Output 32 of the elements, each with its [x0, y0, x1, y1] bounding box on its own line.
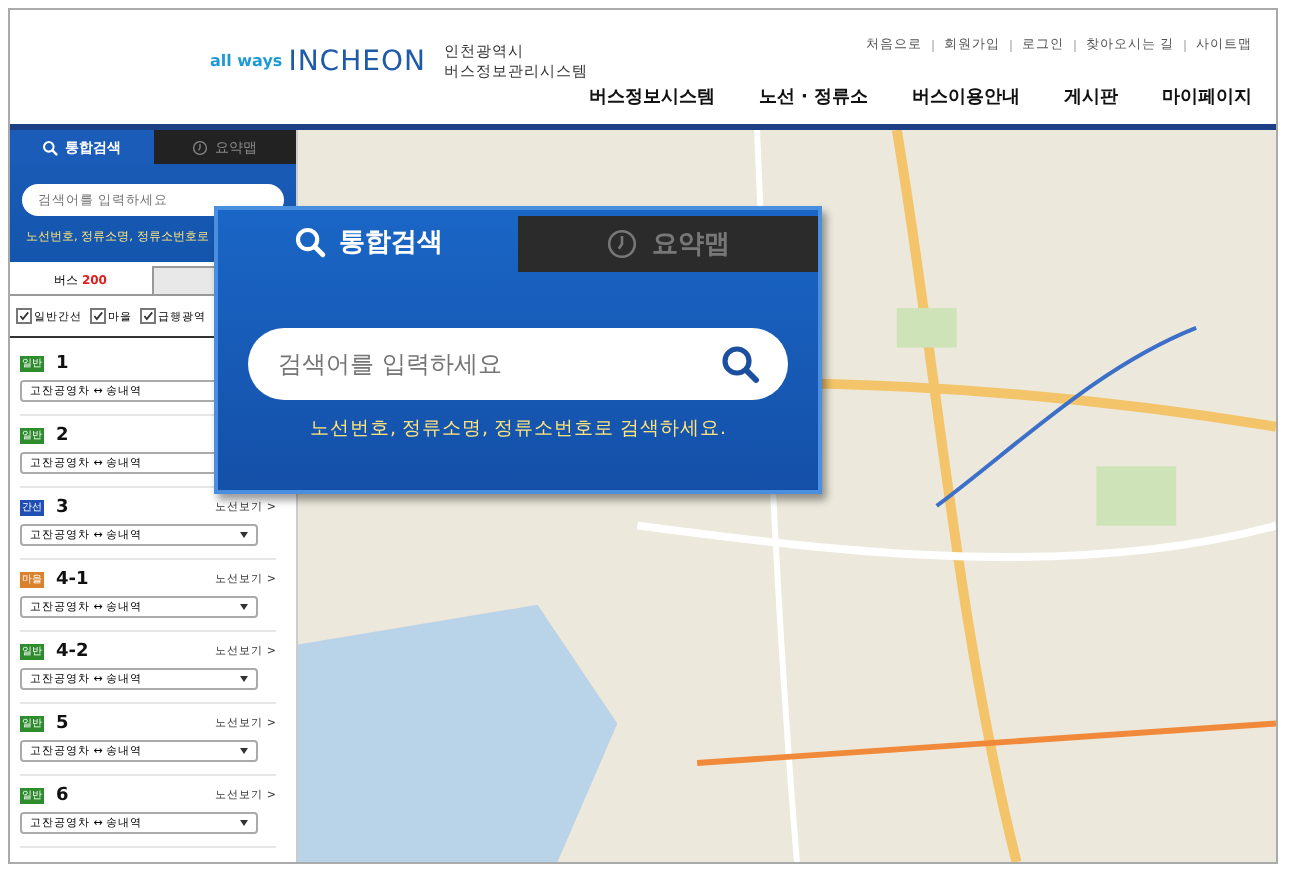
- logo-wordmark[interactable]: INCHEON: [288, 45, 426, 77]
- checkbox[interactable]: [140, 308, 156, 324]
- nav-menu-item[interactable]: 버스정보시스템: [588, 84, 715, 110]
- clock-icon: [192, 139, 209, 155]
- route-number: 4-1: [56, 569, 89, 589]
- search-hint: 노선번호, 정류소명, 정류소번호로 검색하세요.: [307, 416, 729, 442]
- checkbox[interactable]: [90, 308, 106, 324]
- search-icon: [720, 344, 760, 384]
- clock-icon: [606, 228, 638, 260]
- nav-menu-item[interactable]: 버스이용안내: [912, 84, 1020, 110]
- caret-icon: [240, 604, 248, 610]
- caret-icon: [240, 532, 248, 538]
- search-icon: [293, 225, 325, 257]
- route-number: 5: [56, 713, 69, 733]
- checkbox[interactable]: [16, 308, 32, 324]
- nav-menu-item[interactable]: 마이페이지: [1162, 84, 1252, 110]
- tab[interactable]: 통합검색: [218, 210, 518, 272]
- route-number: 3: [56, 497, 69, 517]
- nav-menu-item[interactable]: 게시판: [1064, 84, 1118, 110]
- route-number: 1: [56, 353, 69, 373]
- route-number: 6: [56, 785, 69, 805]
- park-area: [896, 308, 957, 348]
- search-icon: [42, 139, 59, 155]
- route-number: 2: [56, 425, 69, 445]
- search-field[interactable]: 검색어를 입력하세요: [248, 328, 788, 400]
- route-number: 4-2: [56, 641, 89, 661]
- caret-icon: [240, 820, 248, 826]
- caret-icon: [240, 676, 248, 682]
- nav-menu-item[interactable]: 노선 · 정류소: [758, 84, 868, 110]
- logo-tagline: all ways: [210, 52, 283, 70]
- caret-icon: [240, 748, 248, 754]
- park-area: [1096, 466, 1177, 526]
